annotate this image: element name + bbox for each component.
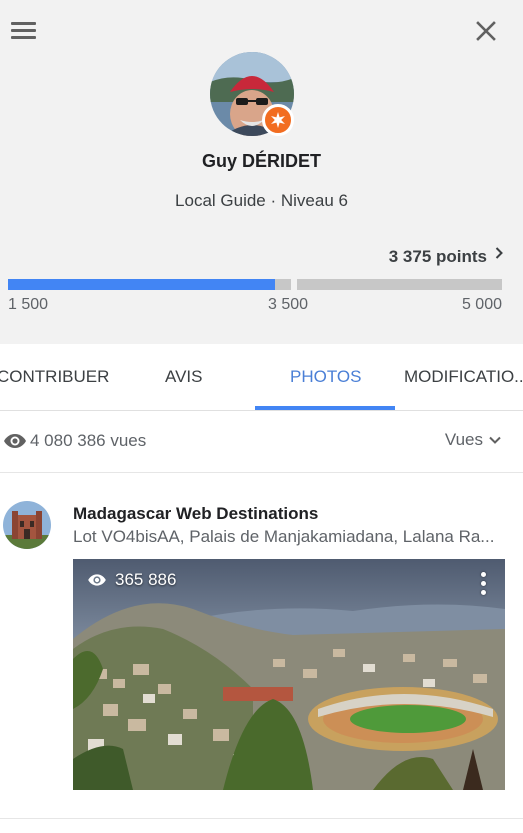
place-address: Lot VO4bisAA, Palais de Manjakamiadana, … bbox=[73, 527, 495, 546]
tab-modifications[interactable]: MODIFICATIO.. bbox=[404, 344, 523, 410]
sort-label: Vues bbox=[444, 430, 483, 449]
profile-name: Guy DÉRIDET bbox=[201, 151, 321, 171]
views-summary-row: 4 080 386 vues Vues bbox=[0, 411, 523, 473]
points-value: 3 375 points bbox=[388, 247, 487, 266]
profile-header: Guy DÉRIDET Local Guide · Niveau 6 3 375… bbox=[0, 0, 523, 344]
points-progress-bar bbox=[8, 279, 502, 290]
points-link[interactable]: 3 375 points bbox=[389, 247, 503, 267]
hamburger-menu-icon[interactable] bbox=[9, 18, 39, 44]
divider bbox=[0, 818, 523, 819]
tab-contribuer[interactable]: CONTRIBUER bbox=[0, 344, 109, 410]
progress-separator bbox=[291, 279, 297, 290]
chevron-right-icon bbox=[495, 247, 503, 259]
progress-tick-mid: 3 500 bbox=[268, 296, 309, 313]
tab-avis[interactable]: AVIS bbox=[165, 344, 202, 410]
active-tab-indicator bbox=[255, 406, 395, 410]
close-icon[interactable] bbox=[470, 15, 502, 47]
photo-view-count: 365 886 bbox=[87, 570, 176, 590]
chevron-down-icon bbox=[489, 436, 501, 444]
tab-bar: CONTRIBUER AVIS PHOTOS MODIFICATIO.. bbox=[0, 344, 523, 411]
progress-fill bbox=[8, 279, 275, 290]
more-options-icon[interactable] bbox=[476, 569, 490, 597]
profile-avatar-container[interactable] bbox=[210, 52, 294, 136]
photo-views-value: 365 886 bbox=[115, 570, 177, 589]
total-views: 4 080 386 vues bbox=[30, 431, 147, 450]
place-photo[interactable]: 365 886 bbox=[73, 559, 505, 790]
progress-tick-min: 1 500 bbox=[8, 296, 49, 313]
tab-photos[interactable]: PHOTOS bbox=[290, 344, 361, 410]
local-guide-star-icon bbox=[262, 104, 294, 136]
guide-level: Local Guide · Niveau 6 bbox=[175, 191, 348, 210]
place-title[interactable]: Madagascar Web Destinations bbox=[73, 504, 318, 524]
eye-icon bbox=[4, 434, 26, 448]
city-photo-image bbox=[73, 559, 505, 790]
eye-icon bbox=[88, 574, 106, 586]
progress-tick-max: 5 000 bbox=[461, 296, 502, 313]
place-avatar[interactable] bbox=[3, 501, 51, 549]
sort-dropdown[interactable]: Vues bbox=[445, 430, 501, 450]
